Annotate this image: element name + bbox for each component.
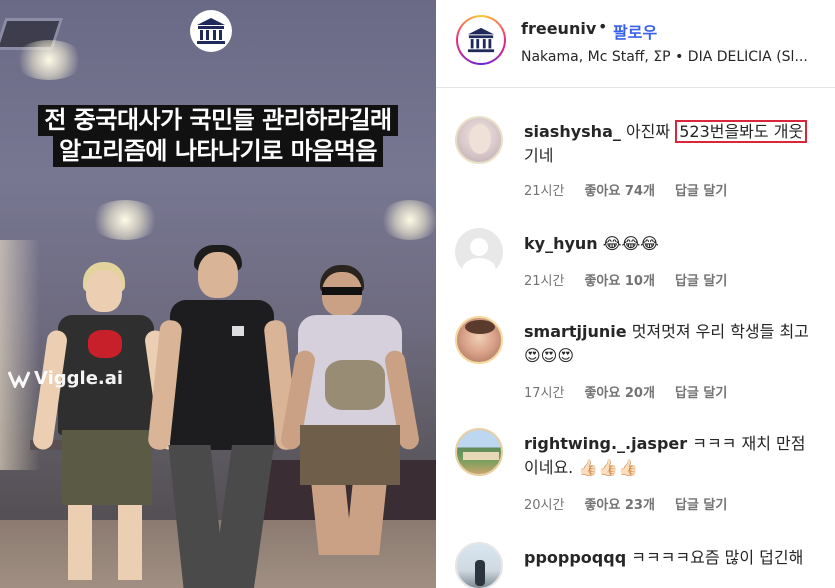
header-audio-info[interactable]: Nakama, Mc Staff, ΣP • DIA DELÍCIA (Sl..… <box>521 49 831 65</box>
university-logo-icon <box>467 27 495 53</box>
university-logo-icon <box>190 10 232 52</box>
commenter-avatar[interactable] <box>455 316 503 364</box>
ceiling-light <box>380 200 436 240</box>
comment-username[interactable]: smartjjunie <box>524 322 627 341</box>
video-caption-line-1: 전 중국대사가 국민들 관리하라길래 <box>0 105 436 136</box>
post-header: freeuniv • 팔로우 Nakama, Mc Staff, ΣP • DI… <box>436 0 835 88</box>
header-username[interactable]: freeuniv <box>521 19 596 38</box>
comment-username[interactable]: rightwing._.jasper <box>524 434 687 453</box>
comment-likes[interactable]: 좋아요 23개 <box>584 494 654 513</box>
comment-time[interactable]: 21시간 <box>524 180 564 199</box>
comment-time[interactable]: 21시간 <box>524 270 564 289</box>
comment-time[interactable]: 20시간 <box>524 494 564 513</box>
ceiling-light <box>14 40 84 80</box>
commenter-avatar[interactable] <box>455 542 503 588</box>
commenter-avatar[interactable] <box>455 228 503 276</box>
commenter-avatar[interactable] <box>455 428 503 476</box>
ceiling-light <box>90 200 160 240</box>
comment-meta: 21시간 좋아요 74개 답글 달기 <box>524 180 727 199</box>
comment-body: ky_hyun 😂😂😂 <box>524 234 659 253</box>
reply-button[interactable]: 답글 달기 <box>675 494 727 513</box>
post-panel: freeuniv • 팔로우 Nakama, Mc Staff, ΣP • DI… <box>436 0 835 588</box>
highlighted-text: 523번을봐도 개웃 <box>675 120 808 143</box>
comment-body: rightwing._.jasper ㅋㅋㅋ 재치 만점이네요. 👍🏻👍🏻👍🏻 <box>524 434 806 477</box>
comment-time[interactable]: 17시간 <box>524 382 564 401</box>
header-separator: • <box>598 17 608 36</box>
header-avatar[interactable] <box>456 15 506 65</box>
comment-body: ppoppoqqq ㅋㅋㅋㅋ요즘 많이 덥긴해 <box>524 548 804 567</box>
reply-button[interactable]: 답글 달기 <box>675 270 727 289</box>
comment-body: siashysha_ 아진짜 523번을봐도 개웃 기네 <box>524 120 820 168</box>
comment-username[interactable]: ppoppoqqq <box>524 548 626 567</box>
reply-button[interactable]: 답글 달기 <box>675 180 727 199</box>
video-caption-line-2: 알고리즘에 나타나기로 마음먹음 <box>0 136 436 167</box>
video-player[interactable]: 전 중국대사가 국민들 관리하라길래 알고리즘에 나타나기로 마음먹음 Vigg… <box>0 0 436 588</box>
viggle-watermark: Viggle.ai <box>8 368 123 389</box>
comment-likes[interactable]: 좋아요 74개 <box>584 180 654 199</box>
comment-meta: 17시간 좋아요 20개 답글 달기 <box>524 382 727 401</box>
comment-meta: 20시간 좋아요 23개 답글 달기 <box>524 494 727 513</box>
comment-likes[interactable]: 좋아요 10개 <box>584 270 654 289</box>
reply-button[interactable]: 답글 달기 <box>675 382 727 401</box>
commenter-avatar[interactable] <box>455 116 503 164</box>
comment-username[interactable]: ky_hyun <box>524 234 598 253</box>
comment-body: smartjjunie 멋져멋져 우리 학생들 최고😍😍😍 <box>524 322 809 365</box>
comment-meta: 21시간 좋아요 10개 답글 달기 <box>524 270 727 289</box>
viggle-logo-icon <box>8 370 30 388</box>
comment-username[interactable]: siashysha_ <box>524 122 621 141</box>
comment-likes[interactable]: 좋아요 20개 <box>584 382 654 401</box>
follow-button[interactable]: 팔로우 <box>613 19 657 43</box>
